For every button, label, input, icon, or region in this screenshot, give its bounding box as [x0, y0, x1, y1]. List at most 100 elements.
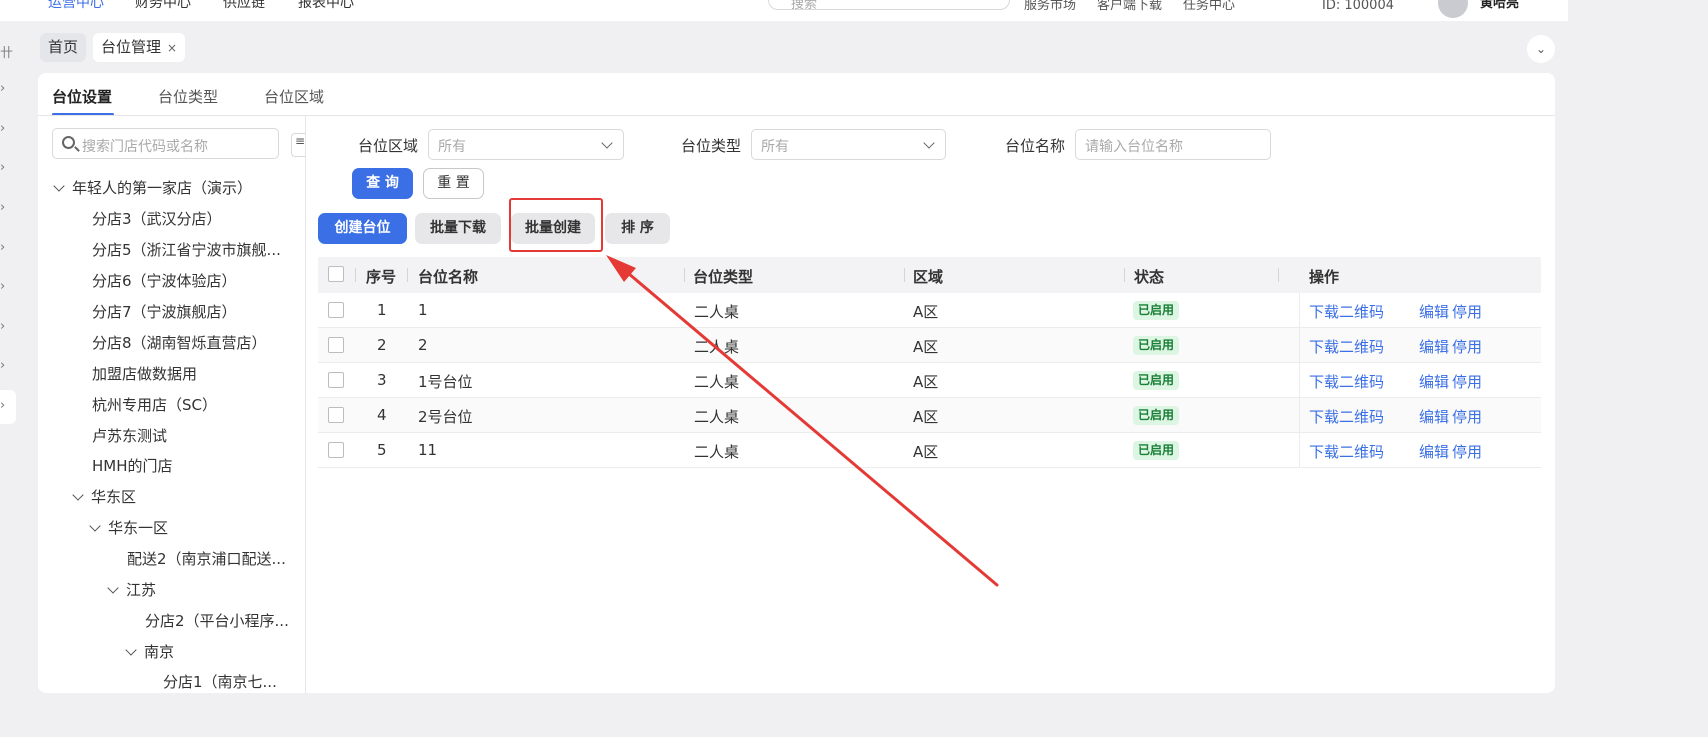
link-service-market[interactable]: 服务市场	[1024, 0, 1076, 13]
tree-node[interactable]: 分店3（武汉分店）	[92, 208, 222, 229]
disable-link[interactable]: 停用	[1452, 301, 1482, 322]
search-icon	[62, 136, 75, 149]
tree-node[interactable]: 分店6（宁波体验店）	[92, 270, 237, 291]
download-qr-link[interactable]: 下载二维码	[1309, 301, 1384, 322]
area-select[interactable]: 所有	[428, 129, 624, 160]
user-name[interactable]: 黄哈亮	[1480, 0, 1519, 11]
tree-node-nanjing[interactable]: 南京	[125, 641, 174, 662]
tab-table-types[interactable]: 台位类型	[158, 86, 218, 107]
disable-link[interactable]: 停用	[1452, 371, 1482, 392]
batch-download-button[interactable]: 批量下载	[415, 213, 501, 244]
tree-node[interactable]: 分店1（南京七...	[163, 671, 277, 692]
tree-node-east-china[interactable]: 华东区	[72, 486, 136, 507]
chevron-right-icon[interactable]: ›	[0, 279, 5, 294]
chevron-down-icon[interactable]	[89, 520, 101, 532]
row-checkbox[interactable]	[328, 407, 344, 423]
reset-button[interactable]: 重 置	[423, 168, 484, 199]
tree-node-jiangsu[interactable]: 江苏	[107, 579, 156, 600]
download-qr-link[interactable]: 下载二维码	[1309, 336, 1384, 357]
nav-supply-chain[interactable]: 供应链	[223, 0, 265, 12]
column-separator	[407, 268, 408, 282]
account-id: ID: 100004	[1322, 0, 1394, 13]
table-name-input[interactable]: 请输入台位名称	[1075, 129, 1271, 160]
chevron-right-icon[interactable]: ›	[0, 160, 5, 175]
download-qr-link[interactable]: 下载二维码	[1309, 441, 1384, 462]
select-all-checkbox[interactable]	[328, 266, 344, 282]
link-client-download[interactable]: 客户端下载	[1097, 0, 1162, 13]
chevron-down-icon[interactable]	[125, 644, 137, 656]
rail-icon[interactable]: 卄	[0, 42, 13, 61]
status-badge: 已启用	[1133, 441, 1180, 460]
cell-area: A区	[913, 443, 939, 461]
query-button[interactable]: 查 询	[352, 168, 413, 199]
global-search-input[interactable]: 搜索	[768, 0, 1010, 12]
col-header-name: 台位名称	[418, 268, 479, 286]
chevron-right-icon[interactable]: ›	[0, 81, 5, 96]
row-checkbox[interactable]	[328, 442, 344, 458]
row-checkbox[interactable]	[328, 337, 344, 353]
chevron-right-icon[interactable]: ›	[0, 200, 5, 215]
close-icon[interactable]: ×	[167, 41, 177, 55]
edit-link[interactable]: 编辑	[1419, 301, 1449, 322]
page-tab-home[interactable]: 首页	[40, 33, 87, 62]
nav-report-center[interactable]: 报表中心	[298, 0, 354, 12]
area-filter-label: 台位区域	[358, 137, 419, 155]
chevron-down-icon[interactable]: ⌄	[1527, 35, 1555, 63]
edit-link[interactable]: 编辑	[1419, 441, 1449, 462]
row-checkbox[interactable]	[328, 302, 344, 318]
chevron-down-icon	[923, 137, 935, 149]
link-task-center[interactable]: 任务中心	[1183, 0, 1235, 13]
chevron-right-icon[interactable]: ›	[0, 358, 5, 373]
tree-node[interactable]: 分店7（宁波旗舰店）	[92, 301, 237, 322]
side-rail: 卄 › › › › › › › › ›	[0, 21, 16, 677]
chevron-down-icon[interactable]	[72, 489, 84, 501]
create-table-button[interactable]: 创建台位	[318, 213, 407, 244]
row-checkbox[interactable]	[328, 372, 344, 388]
tree-node-label: 年轻人的第一家店（演示）	[72, 179, 253, 197]
edit-link[interactable]: 编辑	[1419, 336, 1449, 357]
tree-node-east-china-1[interactable]: 华东一区	[89, 517, 168, 538]
column-separator	[355, 268, 356, 282]
chevron-right-icon[interactable]: ›	[0, 319, 5, 334]
nav-ops-center[interactable]: 运营中心	[48, 0, 104, 12]
chevron-right-icon[interactable]: ›	[0, 390, 16, 424]
tree-filter-icon[interactable]: ≡	[291, 133, 305, 157]
cell-type: 二人桌	[694, 443, 740, 461]
highlight-annotation-box	[509, 198, 603, 252]
nav-finance-center[interactable]: 财务中心	[135, 0, 191, 12]
edit-link[interactable]: 编辑	[1419, 371, 1449, 392]
chevron-right-icon[interactable]: ›	[0, 121, 5, 136]
tree-node[interactable]: 杭州专用店（SC）	[92, 394, 217, 415]
tree-node[interactable]: HMH的门店	[92, 455, 173, 476]
cell-name: 2号台位	[418, 408, 473, 426]
cell-type: 二人桌	[694, 303, 740, 321]
tree-node[interactable]: 卢苏东测试	[92, 425, 167, 446]
table-row: 4 2号台位 二人桌 A区 已启用 下载二维码 编辑 停用	[318, 398, 1541, 433]
disable-link[interactable]: 停用	[1452, 336, 1482, 357]
chevron-down-icon[interactable]	[107, 582, 119, 594]
download-qr-link[interactable]: 下载二维码	[1309, 371, 1384, 392]
avatar[interactable]	[1438, 0, 1468, 18]
edit-link[interactable]: 编辑	[1419, 406, 1449, 427]
chevron-right-icon[interactable]: ›	[0, 240, 5, 255]
tree-node[interactable]: 加盟店做数据用	[92, 363, 197, 384]
cell-no: 3	[377, 371, 387, 389]
tree-node[interactable]: 分店8（湖南智烁直营店）	[92, 332, 267, 353]
store-search-placeholder: 搜索门店代码或名称	[82, 139, 208, 155]
disable-link[interactable]: 停用	[1452, 406, 1482, 427]
type-filter-label: 台位类型	[681, 137, 742, 155]
tree-node[interactable]: 分店5（浙江省宁波市旗舰...	[92, 239, 281, 260]
disable-link[interactable]: 停用	[1452, 441, 1482, 462]
type-select[interactable]: 所有	[751, 129, 946, 160]
chevron-down-icon[interactable]	[53, 180, 65, 192]
sort-button[interactable]: 排 序	[605, 213, 670, 244]
download-qr-link[interactable]: 下载二维码	[1309, 406, 1384, 427]
global-search-placeholder: 搜索	[791, 0, 818, 12]
tree-node[interactable]: 分店2（平台小程序...	[145, 610, 289, 631]
tab-table-areas[interactable]: 台位区域	[264, 86, 324, 107]
tree-node[interactable]: 配送2（南京浦口配送...	[127, 548, 286, 569]
tab-table-settings[interactable]: 台位设置	[52, 86, 112, 107]
tree-node-root[interactable]: 年轻人的第一家店（演示）	[53, 177, 253, 198]
store-search-input[interactable]: 搜索门店代码或名称	[52, 128, 279, 159]
page-tab-table-management[interactable]: 台位管理 ×	[93, 33, 186, 62]
